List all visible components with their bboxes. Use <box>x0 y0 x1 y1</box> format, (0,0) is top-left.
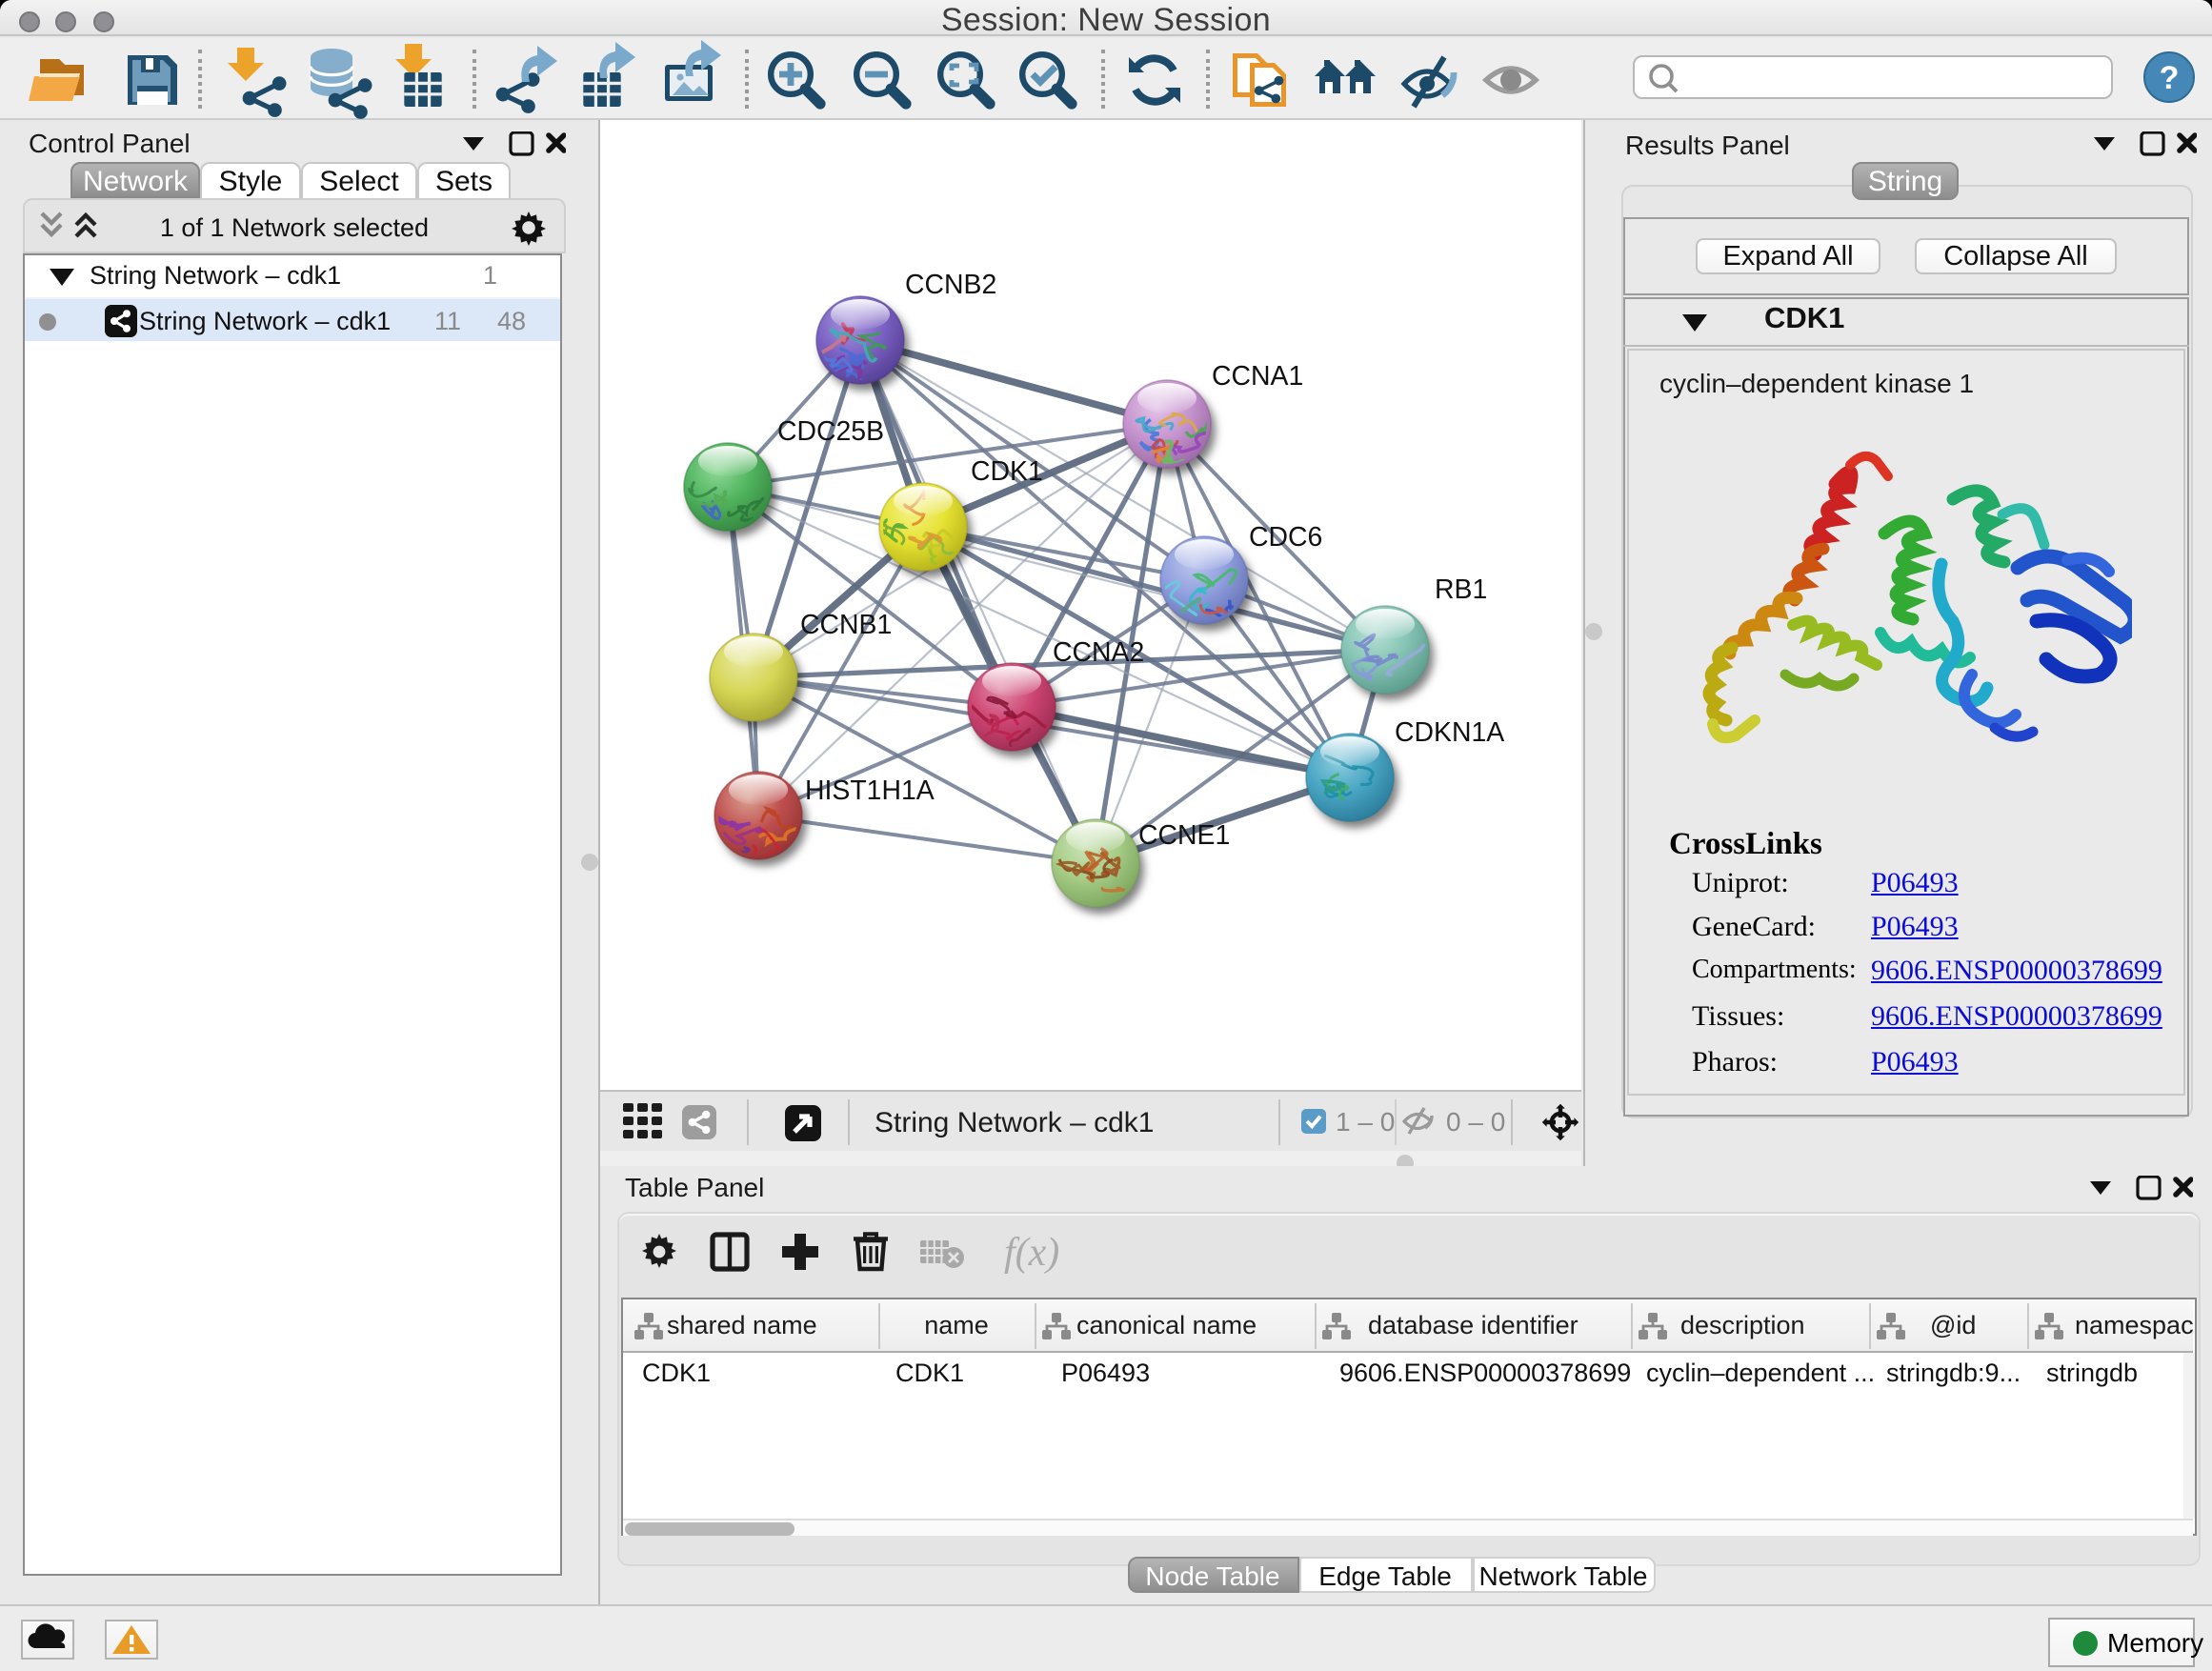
svg-text:CDC25B: CDC25B <box>777 416 884 447</box>
svg-text:CDK1: CDK1 <box>971 456 1043 487</box>
svg-text:HIST1H1A: HIST1H1A <box>805 775 935 806</box>
svg-text:CCNA2: CCNA2 <box>1053 637 1144 668</box>
svg-text:CDKN1A: CDKN1A <box>1395 717 1504 748</box>
svg-text:RB1: RB1 <box>1435 574 1487 605</box>
svg-text:1 – 0: 1 – 0 <box>1336 1107 1395 1137</box>
svg-text:CCNE1: CCNE1 <box>1138 820 1230 851</box>
svg-text:0 – 0: 0 – 0 <box>1446 1107 1505 1137</box>
svg-text:?: ? <box>2160 60 2180 96</box>
svg-text:f(x): f(x) <box>1004 1231 1059 1275</box>
svg-text:CCNA1: CCNA1 <box>1212 361 1303 392</box>
svg-text:String Network – cdk1: String Network – cdk1 <box>875 1107 1154 1138</box>
svg-text:CCNB2: CCNB2 <box>905 270 996 300</box>
svg-text:CCNB1: CCNB1 <box>800 610 892 640</box>
svg-text:CDC6: CDC6 <box>1249 522 1322 553</box>
